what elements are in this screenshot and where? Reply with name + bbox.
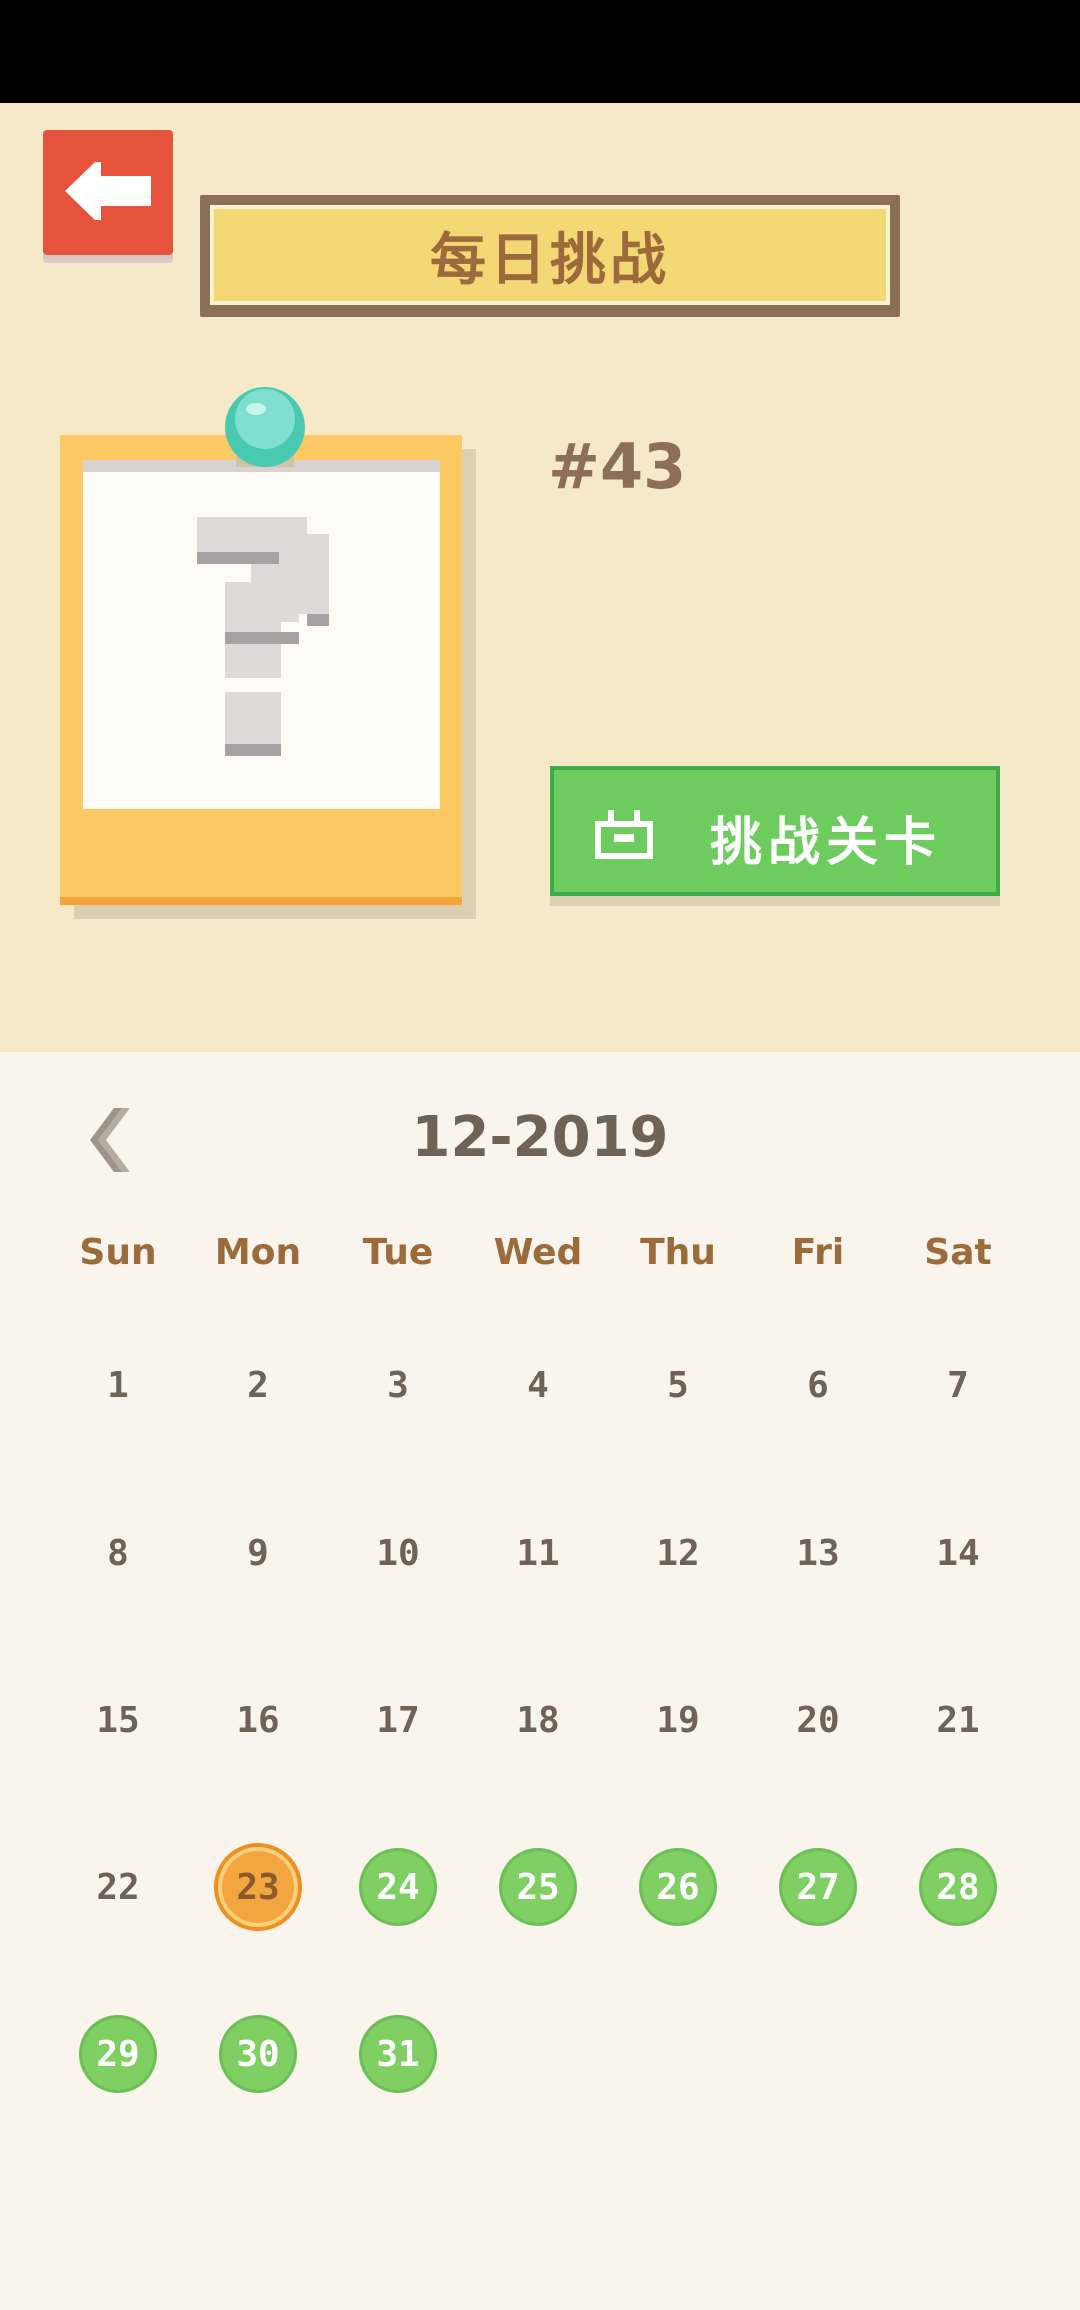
question-mark-icon xyxy=(197,517,329,756)
calendar-day[interactable]: 19 xyxy=(633,1675,723,1765)
calendar-day[interactable]: 7 xyxy=(913,1340,1003,1430)
calendar-day[interactable]: 2 xyxy=(213,1340,303,1430)
card-bottom-strip xyxy=(60,897,462,905)
pin-icon xyxy=(225,387,305,467)
weekday-tue: Tue xyxy=(362,1232,434,1273)
calendar-day[interactable]: 4 xyxy=(493,1340,583,1430)
back-button[interactable] xyxy=(43,130,173,255)
calendar-day[interactable]: 18 xyxy=(493,1675,583,1765)
calendar-day-today[interactable]: 23 xyxy=(218,1847,298,1927)
calendar-day-available[interactable]: 26 xyxy=(642,1851,714,1923)
calendar-day[interactable]: 14 xyxy=(913,1508,1003,1598)
calendar-day[interactable]: 5 xyxy=(633,1340,723,1430)
arrow-left-icon xyxy=(65,162,151,220)
weekday-sat: Sat xyxy=(924,1232,992,1273)
challenge-button-label: 挑战关卡 xyxy=(710,813,943,873)
calendar-day[interactable]: 20 xyxy=(773,1675,863,1765)
calendar-day[interactable]: 12 xyxy=(633,1508,723,1598)
calendar-day[interactable]: 1 xyxy=(73,1340,163,1430)
weekday-wed: Wed xyxy=(493,1232,583,1273)
calendar-day[interactable]: 15 xyxy=(73,1675,163,1765)
weekday-thu: Thu xyxy=(640,1232,716,1273)
calendar-day[interactable]: 16 xyxy=(213,1675,303,1765)
tv-icon xyxy=(595,810,653,859)
calendar-day[interactable]: 10 xyxy=(353,1508,443,1598)
calendar-day[interactable]: 13 xyxy=(773,1508,863,1598)
calendar-day[interactable]: 17 xyxy=(353,1675,443,1765)
calendar-month-label: 12-2019 xyxy=(411,1105,669,1170)
calendar-day-available[interactable]: 28 xyxy=(922,1851,994,1923)
calendar-day[interactable]: 6 xyxy=(773,1340,863,1430)
status-bar xyxy=(0,0,1080,103)
puzzle-preview-card xyxy=(60,435,462,905)
calendar-day-available[interactable]: 27 xyxy=(782,1851,854,1923)
calendar-day[interactable]: 9 xyxy=(213,1508,303,1598)
calendar-day-available[interactable]: 30 xyxy=(222,2018,294,2090)
calendar-day[interactable]: 3 xyxy=(353,1340,443,1430)
challenge-button[interactable]: 挑战关卡 xyxy=(550,766,1000,896)
weekday-fri: Fri xyxy=(791,1232,845,1273)
calendar-day[interactable]: 11 xyxy=(493,1508,583,1598)
calendar-day[interactable]: 21 xyxy=(913,1675,1003,1765)
calendar-day[interactable]: 8 xyxy=(73,1508,163,1598)
calendar-day[interactable]: 22 xyxy=(73,1842,163,1932)
calendar-day-available[interactable]: 25 xyxy=(502,1851,574,1923)
page-title: 每日挑战 xyxy=(430,227,670,293)
weekday-sun: Sun xyxy=(79,1232,157,1273)
weekday-mon: Mon xyxy=(214,1232,302,1273)
calendar-day-available[interactable]: 29 xyxy=(82,2018,154,2090)
calendar-day-available[interactable]: 24 xyxy=(362,1851,434,1923)
level-number: #43 xyxy=(548,430,687,503)
puzzle-preview-image xyxy=(83,460,440,809)
title-banner-inner: 每日挑战 xyxy=(210,205,890,305)
calendar-day-available[interactable]: 31 xyxy=(362,2018,434,2090)
title-banner: 每日挑战 xyxy=(200,195,900,317)
